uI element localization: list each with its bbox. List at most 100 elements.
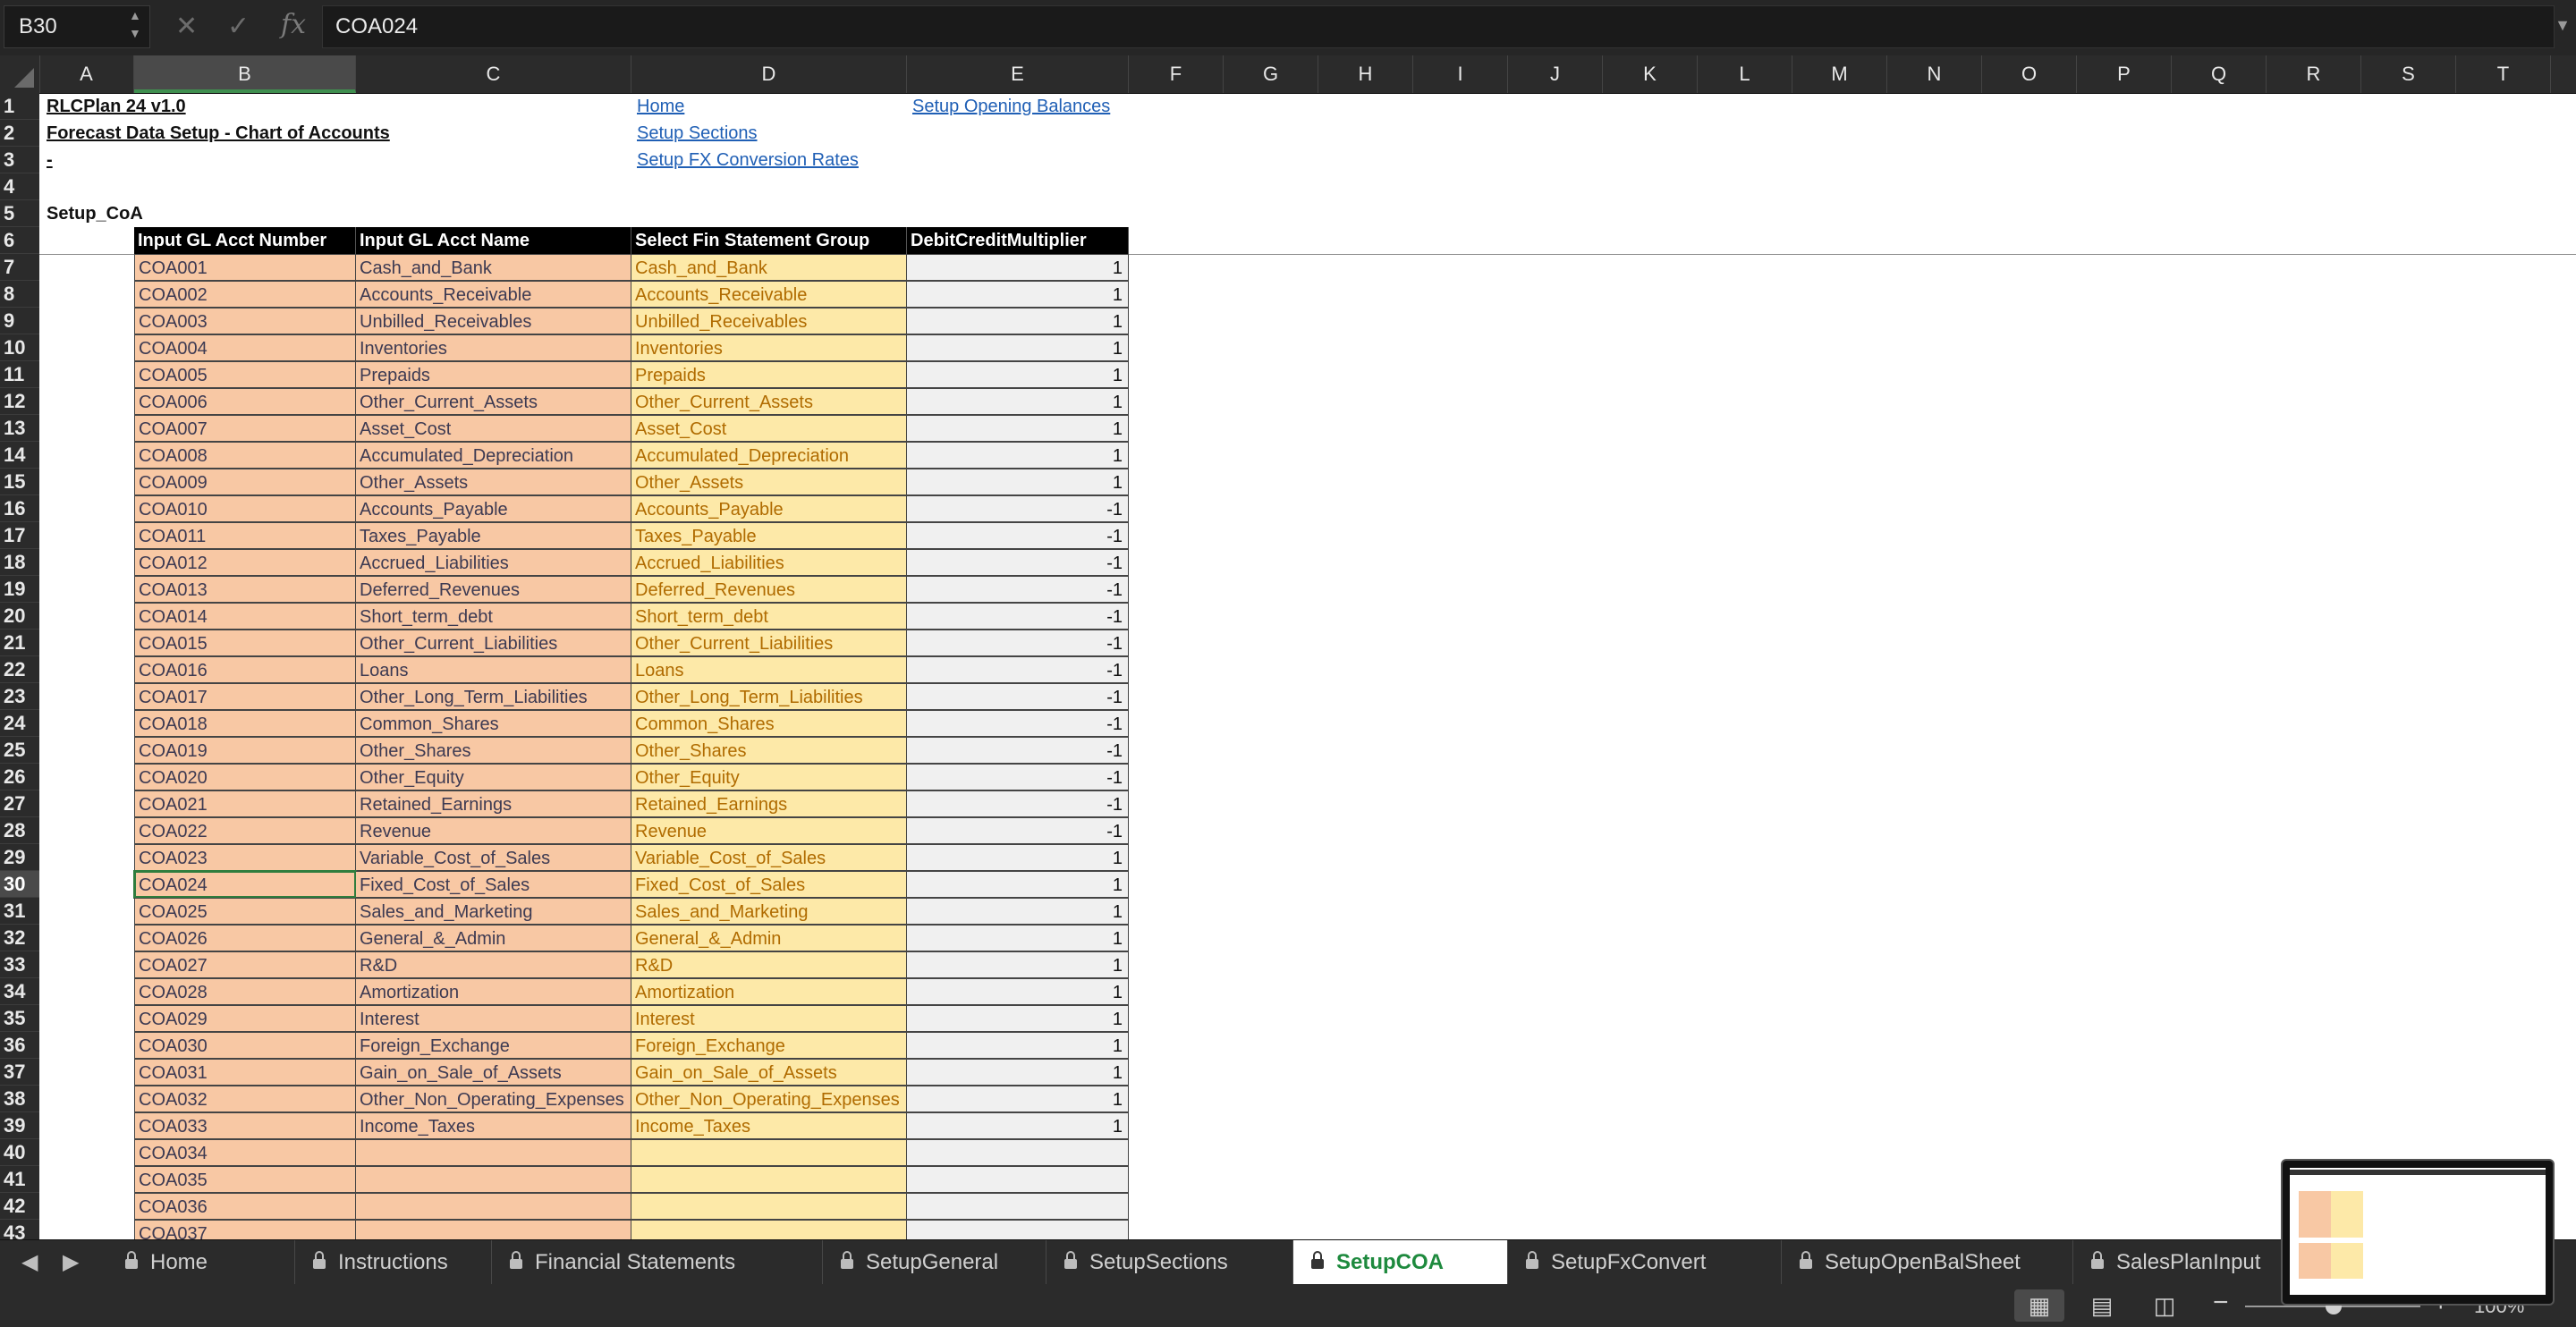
cell-c28[interactable]: Revenue (356, 817, 631, 844)
cell-c9[interactable]: Unbilled_Receivables (356, 308, 631, 334)
cell-b34[interactable]: COA028 (134, 978, 356, 1005)
column-header-n[interactable]: N (1887, 55, 1982, 93)
cell-e30[interactable]: 1 (907, 871, 1129, 898)
row-header[interactable]: 12 (0, 388, 39, 415)
cell-d37[interactable]: Gain_on_Sale_of_Assets (631, 1059, 907, 1086)
cell-e38[interactable]: 1 (907, 1086, 1129, 1112)
cell-e23[interactable]: -1 (907, 683, 1129, 710)
normal-view-icon[interactable]: ▦ (2014, 1289, 2064, 1322)
cell-c17[interactable]: Taxes_Payable (356, 522, 631, 549)
cell-d33[interactable]: R&D (631, 951, 907, 978)
cell-c12[interactable]: Other_Current_Assets (356, 388, 631, 415)
cell-c20[interactable]: Short_term_debt (356, 603, 631, 630)
row-header[interactable]: 21 (0, 630, 39, 656)
cell-e24[interactable]: -1 (907, 710, 1129, 737)
page-break-view-icon[interactable]: ◫ (2140, 1289, 2190, 1322)
row-header[interactable]: 4 (0, 173, 39, 200)
cell-b16[interactable]: COA010 (134, 495, 356, 522)
cell-b27[interactable]: COA021 (134, 790, 356, 817)
row-header[interactable]: 40 (0, 1139, 39, 1166)
row-header[interactable]: 9 (0, 308, 39, 334)
cell-b8[interactable]: COA002 (134, 281, 356, 308)
cell-b22[interactable]: COA016 (134, 656, 356, 683)
cell-b15[interactable]: COA009 (134, 469, 356, 495)
cell-c32[interactable]: General_&_Admin (356, 925, 631, 951)
row-header[interactable]: 2 (0, 120, 39, 147)
cell-c34[interactable]: Amortization (356, 978, 631, 1005)
cell-d20[interactable]: Short_term_debt (631, 603, 907, 630)
column-header-a[interactable]: A (39, 55, 134, 93)
cell-d10[interactable]: Inventories (631, 334, 907, 361)
cell-b25[interactable]: COA019 (134, 737, 356, 764)
cell-b33[interactable]: COA027 (134, 951, 356, 978)
cell-b42[interactable]: COA036 (134, 1193, 356, 1220)
cell-c10[interactable]: Inventories (356, 334, 631, 361)
column-header-b[interactable]: B (134, 55, 356, 93)
cell-e29[interactable]: 1 (907, 844, 1129, 871)
row-header[interactable]: 6 (0, 227, 39, 254)
cell-d28[interactable]: Revenue (631, 817, 907, 844)
cell-e43[interactable] (907, 1220, 1129, 1239)
cell-b12[interactable]: COA006 (134, 388, 356, 415)
sheet-tab-setupfxconvert[interactable]: SetupFxConvert (1508, 1240, 1782, 1285)
cell-e26[interactable]: -1 (907, 764, 1129, 790)
cell-e41[interactable] (907, 1166, 1129, 1193)
cell-b9[interactable]: COA003 (134, 308, 356, 334)
cell-b28[interactable]: COA022 (134, 817, 356, 844)
row-header[interactable]: 22 (0, 656, 39, 683)
cell-e31[interactable]: 1 (907, 898, 1129, 925)
row-header[interactable]: 11 (0, 361, 39, 388)
cell-b26[interactable]: COA020 (134, 764, 356, 790)
setup-sections-link[interactable]: Setup Sections (633, 120, 902, 147)
column-header-f[interactable]: F (1129, 55, 1224, 93)
row-header[interactable]: 10 (0, 334, 39, 361)
row-header[interactable]: 8 (0, 281, 39, 308)
sheet-tab-financial-statements[interactable]: Financial Statements (492, 1240, 823, 1285)
cell-b35[interactable]: COA029 (134, 1005, 356, 1032)
cell-b37[interactable]: COA031 (134, 1059, 356, 1086)
cell-c41[interactable] (356, 1166, 631, 1193)
row-header[interactable]: 19 (0, 576, 39, 603)
cell-e34[interactable]: 1 (907, 978, 1129, 1005)
row-header[interactable]: 23 (0, 683, 39, 710)
cell-e22[interactable]: -1 (907, 656, 1129, 683)
sheet-tab-setupcoa[interactable]: SetupCOA (1293, 1240, 1508, 1285)
cell-c16[interactable]: Accounts_Payable (356, 495, 631, 522)
cell-c31[interactable]: Sales_and_Marketing (356, 898, 631, 925)
header-debit-credit-multiplier[interactable]: DebitCreditMultiplier (907, 227, 1129, 254)
cell-c30[interactable]: Fixed_Cost_of_Sales (356, 871, 631, 898)
cell-d13[interactable]: Asset_Cost (631, 415, 907, 442)
row-header[interactable]: 37 (0, 1059, 39, 1086)
cell-e19[interactable]: -1 (907, 576, 1129, 603)
row-header[interactable]: 13 (0, 415, 39, 442)
cell-c39[interactable]: Income_Taxes (356, 1112, 631, 1139)
cell-c33[interactable]: R&D (356, 951, 631, 978)
cell-b10[interactable]: COA004 (134, 334, 356, 361)
cell-e35[interactable]: 1 (907, 1005, 1129, 1032)
row-header[interactable]: 41 (0, 1166, 39, 1193)
cell-e28[interactable]: -1 (907, 817, 1129, 844)
cell-a3[interactable]: - (43, 147, 79, 173)
cell-d12[interactable]: Other_Current_Assets (631, 388, 907, 415)
cell-c15[interactable]: Other_Assets (356, 469, 631, 495)
cell-b11[interactable]: COA005 (134, 361, 356, 388)
cell-e17[interactable]: -1 (907, 522, 1129, 549)
cell-d14[interactable]: Accumulated_Depreciation (631, 442, 907, 469)
cell-e25[interactable]: -1 (907, 737, 1129, 764)
setup-opening-balances-link[interactable]: Setup Opening Balances (909, 93, 1177, 120)
row-header[interactable]: 14 (0, 442, 39, 469)
cell-d43[interactable] (631, 1220, 907, 1239)
cell-d24[interactable]: Common_Shares (631, 710, 907, 737)
cell-a5-range-name[interactable]: Setup_CoA (43, 200, 222, 227)
cell-e21[interactable]: -1 (907, 630, 1129, 656)
cell-c43[interactable] (356, 1220, 631, 1239)
cell-c23[interactable]: Other_Long_Term_Liabilities (356, 683, 631, 710)
cell-e13[interactable]: 1 (907, 415, 1129, 442)
cell-c7[interactable]: Cash_and_Bank (356, 254, 631, 281)
cell-c24[interactable]: Common_Shares (356, 710, 631, 737)
cell-e40[interactable] (907, 1139, 1129, 1166)
cell-d42[interactable] (631, 1193, 907, 1220)
cell-c38[interactable]: Other_Non_Operating_Expenses (356, 1086, 631, 1112)
cell-c13[interactable]: Asset_Cost (356, 415, 631, 442)
row-header[interactable]: 42 (0, 1193, 39, 1220)
